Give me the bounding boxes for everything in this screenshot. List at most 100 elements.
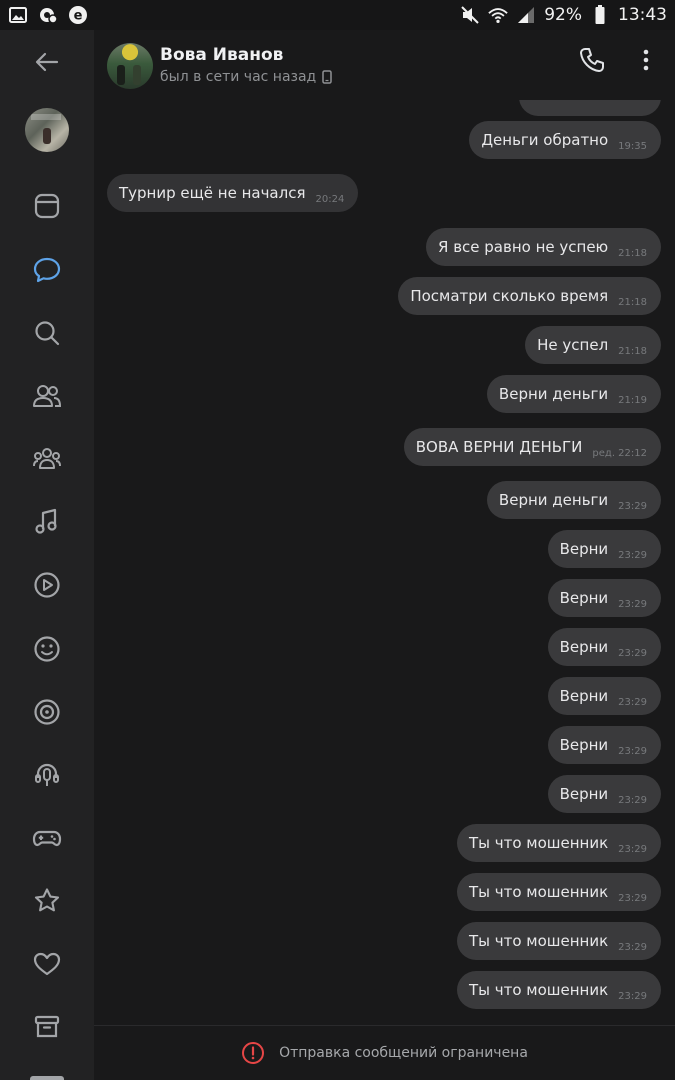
bookmarks-icon xyxy=(34,888,60,912)
clock: 13:43 xyxy=(618,5,667,25)
message-time: 23:29 xyxy=(618,598,647,610)
mute-icon xyxy=(460,5,480,25)
message-time: 23:29 xyxy=(618,794,647,806)
clips-button[interactable] xyxy=(20,685,74,739)
message-text: Верни xyxy=(559,687,609,705)
message-text: Не успел xyxy=(537,336,609,354)
likes-icon xyxy=(33,952,61,976)
message-time: 21:18 xyxy=(618,296,647,308)
call-icon[interactable] xyxy=(578,46,606,74)
battery-icon xyxy=(590,5,610,25)
friends-button[interactable] xyxy=(20,369,74,423)
browser-icon: e xyxy=(68,5,88,25)
message-bubble[interactable]: Ты что мошенник 23:29 xyxy=(456,922,661,960)
back-icon xyxy=(35,52,59,72)
restriction-text: Отправка сообщений ограничена xyxy=(279,1045,528,1061)
message-text: Посматри сколько время xyxy=(410,287,609,305)
stickers-icon xyxy=(34,636,60,662)
archive-button[interactable] xyxy=(20,1000,74,1054)
message-bubble[interactable]: Ты что мошенник 23:29 xyxy=(456,873,661,911)
profile-avatar xyxy=(25,108,69,152)
contact-avatar[interactable] xyxy=(107,43,153,89)
message-bubble[interactable]: Верни 23:29 xyxy=(547,628,661,666)
music-icon xyxy=(35,508,57,534)
message-text: Ты что мошенник xyxy=(468,932,609,950)
message-bubble[interactable]: Посматри сколько время 21:18 xyxy=(398,277,661,315)
friends-icon xyxy=(33,385,62,407)
message-text: Верни xyxy=(559,638,609,656)
message-time: 23:29 xyxy=(618,549,647,561)
message-bubble[interactable]: ВОВА ВЕРНИ ДЕНЬГИ ред. 22:12 xyxy=(403,428,661,466)
archive-icon xyxy=(34,1015,60,1038)
message-bubble-incoming[interactable]: Турнир ещё не начался 20:24 xyxy=(107,174,359,212)
message-text: Верни xyxy=(559,785,609,803)
battery-percent: 92% xyxy=(544,5,582,25)
contact-status: был в сети час назад xyxy=(160,69,332,85)
communities-icon xyxy=(33,448,61,469)
message-bubble[interactable]: Верни 23:29 xyxy=(547,677,661,715)
message-bubble[interactable]: Ты что мошенник 23:29 xyxy=(456,824,661,862)
news-icon xyxy=(34,193,60,219)
messages-button[interactable] xyxy=(20,243,74,297)
bookmarks-button[interactable] xyxy=(20,874,74,928)
message-bubble[interactable]: Верни 23:29 xyxy=(547,775,661,813)
message-time: 23:29 xyxy=(618,647,647,659)
message-text: ВОВА ВЕРНИ ДЕНЬГИ xyxy=(415,438,583,456)
messages-icon xyxy=(33,257,61,283)
message-time: ред. 22:12 xyxy=(592,447,647,459)
message-text: Верни xyxy=(559,540,609,558)
message-text: Верни деньги xyxy=(498,491,609,509)
mobile-icon xyxy=(322,70,332,84)
signal-icon xyxy=(516,5,536,25)
svg-text:e: e xyxy=(74,9,83,24)
message-text: Ты что мошенник xyxy=(468,883,609,901)
wifi-icon xyxy=(488,5,508,25)
music-button[interactable] xyxy=(20,495,74,549)
message-time: 20:24 xyxy=(315,193,345,205)
message-text: Турнир ещё не начался xyxy=(119,184,306,202)
contact-name[interactable]: Вова Иванов xyxy=(160,45,283,65)
stickers-button[interactable] xyxy=(20,622,74,676)
message-bubble[interactable]: Верни 23:29 xyxy=(547,530,661,568)
message-bubble[interactable]: Верни 23:29 xyxy=(547,726,661,764)
message-bubble[interactable]: Верни 23:29 xyxy=(547,579,661,617)
message-time: 21:18 xyxy=(618,247,647,259)
message-time: 23:29 xyxy=(618,843,647,855)
message-time: 21:18 xyxy=(618,345,647,357)
status-bar: e 92% 13:43 xyxy=(0,0,675,30)
image-icon xyxy=(8,5,28,25)
message-bubble-partial xyxy=(519,100,661,116)
message-text: Я все равно не успею xyxy=(438,238,609,256)
message-bubble[interactable]: Верни деньги 21:19 xyxy=(486,375,661,413)
news-button[interactable] xyxy=(20,179,74,233)
podcasts-button[interactable] xyxy=(20,748,74,802)
side-navigation xyxy=(0,30,94,1080)
message-bubble[interactable]: Деньги обратно 19:35 xyxy=(469,121,661,159)
profile-button[interactable] xyxy=(20,103,74,157)
notification-icon xyxy=(38,5,58,25)
warning-icon xyxy=(242,1042,265,1064)
message-time: 23:29 xyxy=(618,745,647,757)
games-icon xyxy=(32,830,62,847)
message-bubble[interactable]: Я все равно не успею 21:18 xyxy=(426,228,661,266)
message-bubble[interactable]: Ты что мошенник 23:29 xyxy=(456,971,661,1009)
last-seen-text: был в сети час назад xyxy=(160,69,317,85)
message-bubble[interactable]: Не успел 21:18 xyxy=(525,326,661,364)
back-button[interactable] xyxy=(20,35,74,89)
video-button[interactable] xyxy=(20,558,74,612)
chat-header: Вова Иванов был в сети час назад xyxy=(94,30,675,100)
message-time: 21:19 xyxy=(618,394,647,406)
message-time: 23:29 xyxy=(618,990,647,1002)
more-indicator xyxy=(30,1076,64,1080)
games-button[interactable] xyxy=(20,811,74,865)
message-text: Верни xyxy=(559,589,609,607)
video-icon xyxy=(34,572,60,598)
more-options-icon[interactable] xyxy=(639,47,653,73)
search-button[interactable] xyxy=(20,306,74,360)
likes-button[interactable] xyxy=(20,937,74,991)
podcasts-icon xyxy=(35,763,59,786)
message-time: 19:35 xyxy=(618,140,647,152)
message-time: 23:29 xyxy=(618,941,647,953)
message-bubble[interactable]: Верни деньги 23:29 xyxy=(486,481,661,519)
communities-button[interactable] xyxy=(20,432,74,486)
